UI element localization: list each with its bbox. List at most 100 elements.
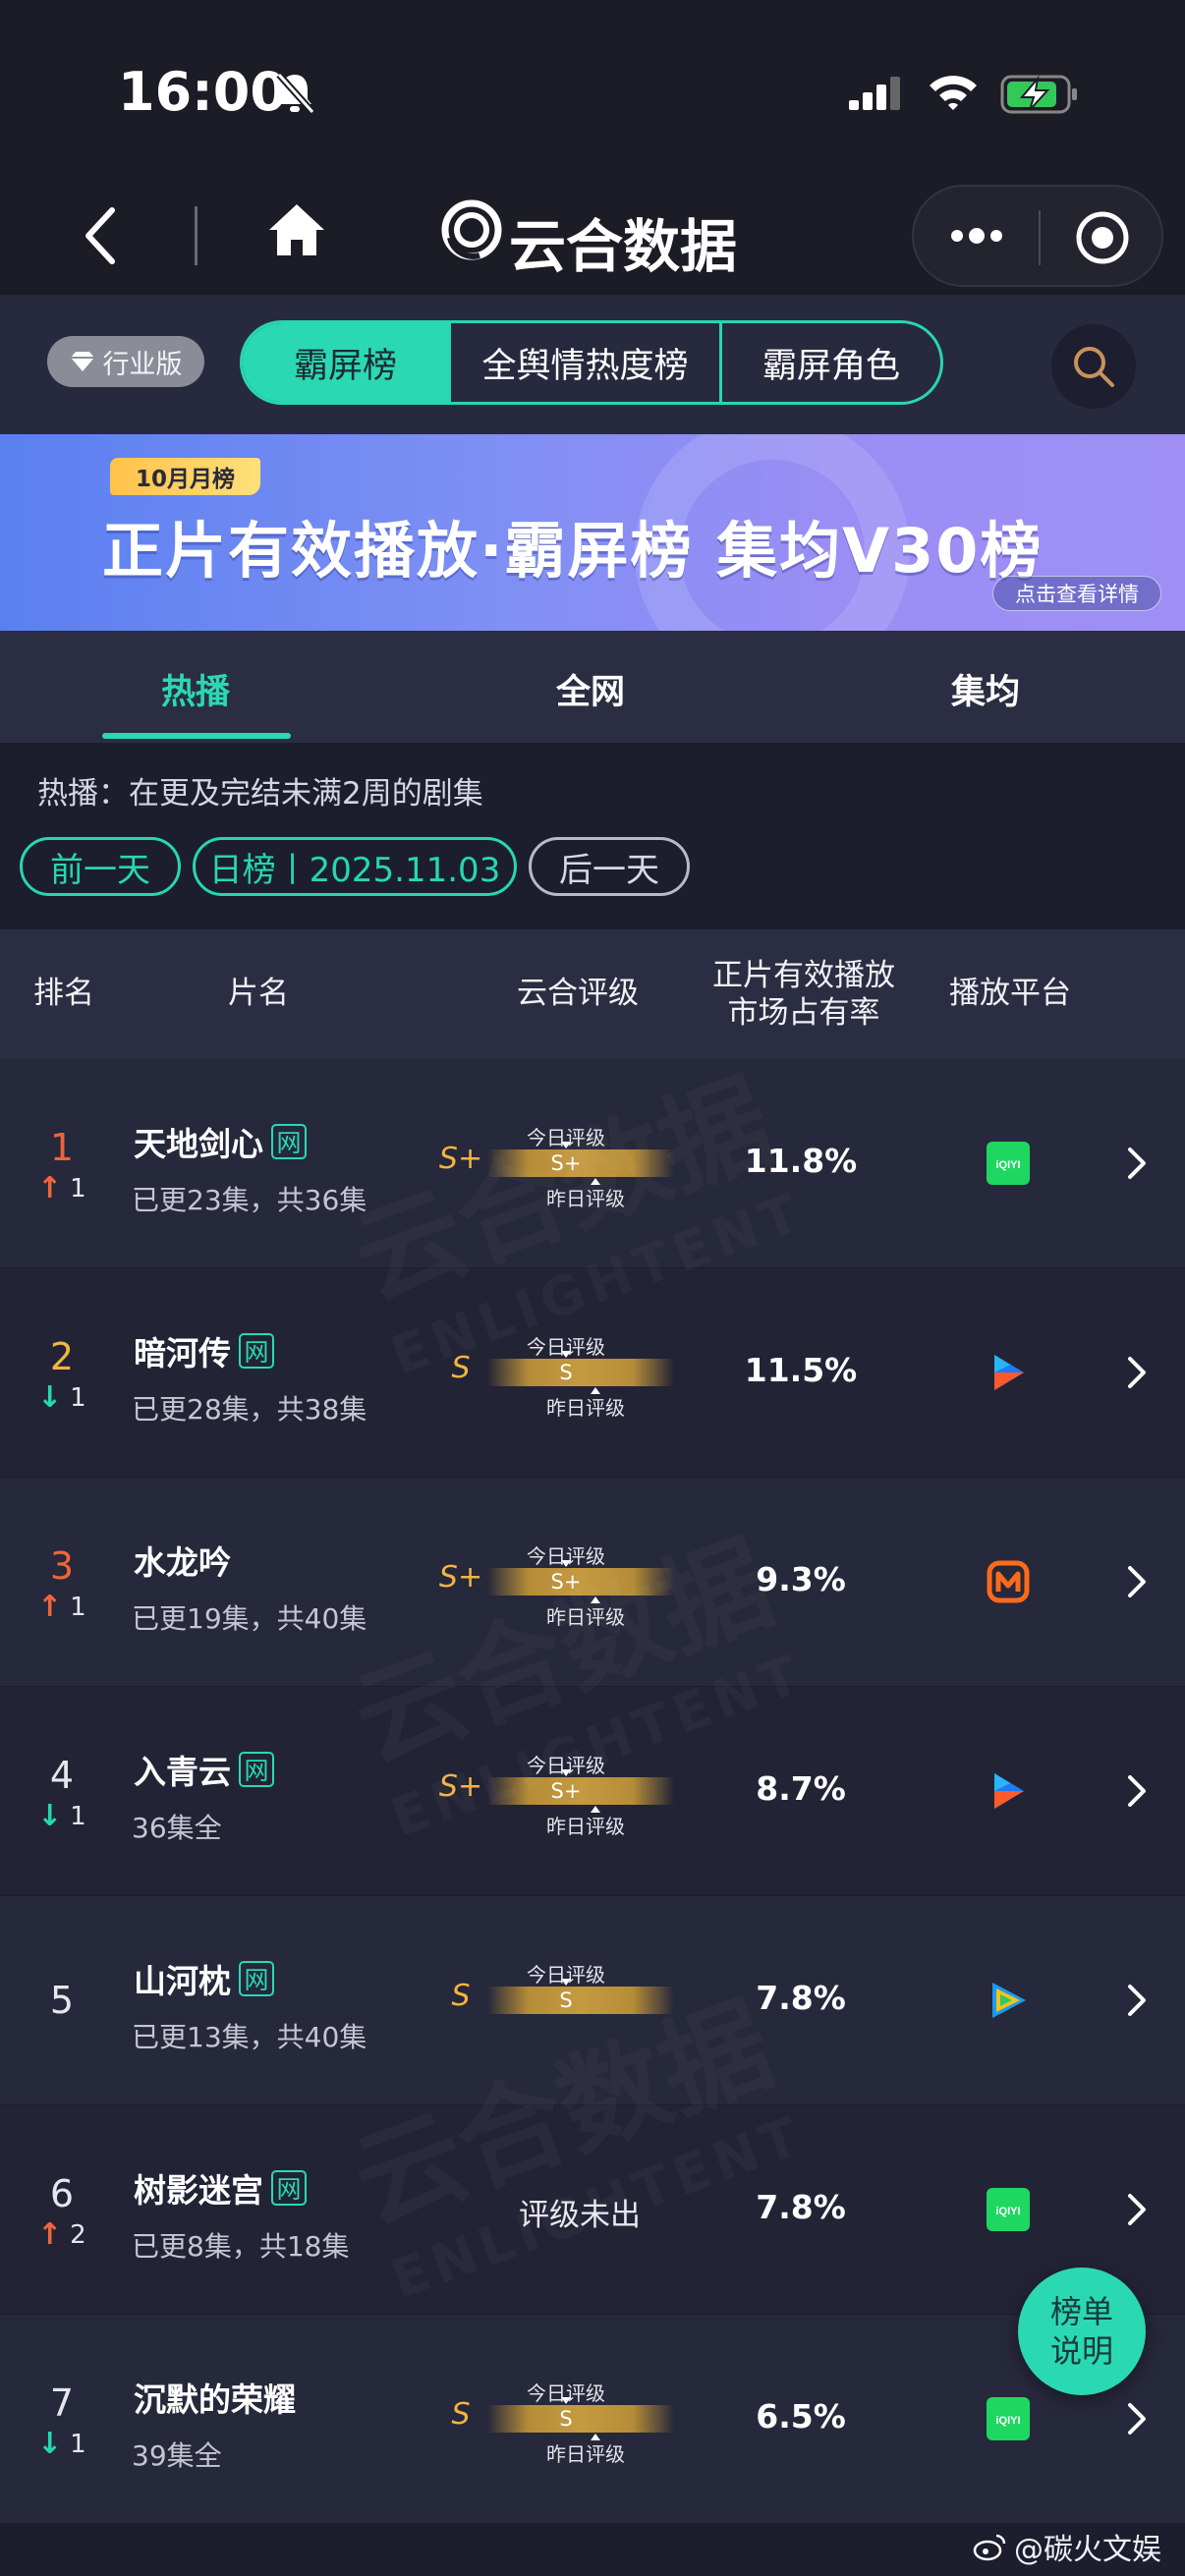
rating-gauge: 今日评级 S 昨日评级	[487, 1331, 674, 1420]
nav-separator	[195, 206, 198, 265]
market-share: 7.8%	[756, 1979, 846, 2017]
chevron-right-icon[interactable]	[1124, 1146, 1150, 1181]
platform-iqiyi-icon: iQIYI	[987, 2188, 1030, 2231]
back-icon[interactable]	[77, 204, 126, 267]
show-title[interactable]: 入青云网	[134, 1746, 274, 1793]
battery-charging-icon	[1000, 75, 1077, 114]
rating-grade: S+	[438, 1560, 483, 1595]
platform-tencent-icon	[987, 1979, 1030, 2022]
rank-change-value: 1	[70, 1801, 86, 1831]
tab-dominance-roles[interactable]: 霸屏角色	[722, 323, 940, 402]
rating-grade: S+	[438, 1769, 483, 1804]
episode-status: 已更8集，共18集	[132, 2230, 350, 2263]
show-title[interactable]: 沉默的荣耀	[134, 2374, 296, 2421]
show-title-text: 沉默的荣耀	[134, 2380, 296, 2419]
date-selector[interactable]: 日榜丨2025.11.03	[193, 837, 517, 896]
yesterday-rating-label: 昨日评级	[546, 1187, 625, 1210]
search-button[interactable]	[1051, 324, 1136, 409]
previous-day-button[interactable]: 前一天	[20, 837, 181, 896]
top-tab-row: 行业版 霸屏榜 全舆情热度榜 霸屏角色	[0, 295, 1185, 434]
more-icon[interactable]	[947, 216, 1006, 255]
show-title[interactable]: 树影迷宫网	[134, 2164, 307, 2212]
yunhe-logo-icon	[441, 199, 502, 260]
ranking-row[interactable]: 6 ↑ 2 树影迷宫网已更8集，共18集 评级未出 7.8% iQIYI	[0, 2105, 1185, 2314]
yesterday-rating-label: 昨日评级	[546, 1815, 625, 1838]
rank-number: 2	[49, 1335, 75, 1378]
nav-bar: 云合数据	[0, 177, 1185, 295]
yesterday-rating-label: 昨日评级	[546, 1396, 625, 1420]
header-rank: 排名	[33, 976, 94, 1011]
today-rating-value: S	[559, 2407, 573, 2431]
header-share-line2: 市场占有率	[727, 995, 880, 1031]
ranking-row[interactable]: 3 ↑ 1 水龙吟 已更19集，共40集 S+ 今日评级 S+ 昨日评级 9.3%	[0, 1478, 1185, 1686]
chevron-right-icon[interactable]	[1124, 1983, 1150, 2018]
rank-change: ↓ 1	[37, 1380, 86, 1415]
market-share: 9.3%	[756, 1560, 846, 1598]
mute-bell-icon	[276, 72, 315, 115]
ranking-row[interactable]: 5 山河枕网已更13集，共40集 S 今日评级 S 7.8%	[0, 1896, 1185, 2104]
header-share-line1: 正片有效播放	[712, 958, 895, 993]
ranking-row[interactable]: 7 ↓ 1 沉默的荣耀 39集全 S 今日评级 S 昨日评级 6.5% iQIYI	[0, 2315, 1185, 2523]
rank-number: 6	[49, 2172, 75, 2215]
industry-edition-button[interactable]: 行业版	[47, 336, 204, 387]
rank-change: ↓ 1	[37, 1799, 86, 1833]
cellular-signal-icon	[849, 77, 900, 110]
rating-gauge: 今日评级 S 昨日评级	[487, 2378, 674, 2466]
nav-title: 云合数据	[509, 213, 738, 280]
episode-status: 36集全	[132, 1812, 222, 1844]
subtab-per-episode[interactable]: 集均	[951, 664, 1020, 714]
rating-grade: S	[451, 1351, 471, 1385]
status-bar: 16:00	[0, 0, 1185, 177]
chevron-right-icon[interactable]	[1124, 1564, 1150, 1599]
chevron-right-icon[interactable]	[1124, 1773, 1150, 1809]
list-description: 热播：在更及完结未满2周的剧集	[37, 776, 483, 812]
episode-status: 已更13集，共40集	[132, 2021, 367, 2053]
show-title-text: 水龙吟	[134, 1543, 231, 1582]
banner-details-link[interactable]: 点击查看详情	[992, 576, 1161, 611]
active-tab-indicator	[102, 733, 291, 739]
wifi-icon	[930, 76, 977, 110]
svg-text:iQIYI: iQIYI	[995, 1159, 1020, 1171]
tab-public-opinion-ranking[interactable]: 全舆情热度榜	[451, 323, 722, 402]
episode-status: 已更23集，共36集	[132, 1184, 367, 1216]
rank-down-icon: ↓	[37, 1799, 63, 1833]
subtab-hot[interactable]: 热播	[161, 664, 230, 714]
home-icon[interactable]	[265, 198, 328, 261]
chevron-right-icon[interactable]	[1124, 2401, 1150, 2436]
chevron-right-icon[interactable]	[1124, 2192, 1150, 2227]
show-title-text: 暗河传	[134, 1334, 231, 1372]
show-title[interactable]: 天地剑心网	[134, 1118, 307, 1165]
platform-youku-icon	[987, 1351, 1030, 1394]
show-title[interactable]: 山河枕网	[134, 1955, 274, 2002]
today-rating-value: S+	[550, 1151, 582, 1175]
web-drama-badge: 网	[239, 1752, 274, 1787]
promo-banner[interactable]: 10月月榜 正片有效播放·霸屏榜 集均V30榜 点击查看详情	[0, 434, 1185, 631]
banner-title: 正片有效播放·霸屏榜 集均V30榜	[102, 515, 1044, 587]
rank-up-icon: ↑	[37, 1171, 63, 1205]
ranking-row[interactable]: 4 ↓ 1 入青云网 36集全 S+ 今日评级 S+ 昨日评级 8.7%	[0, 1687, 1185, 1895]
close-miniprogram-icon[interactable]	[1073, 208, 1132, 267]
show-title[interactable]: 暗河传网	[134, 1327, 274, 1374]
market-share: 8.7%	[756, 1769, 846, 1808]
ranking-row[interactable]: 1 ↑ 1 天地剑心网已更23集，共36集 S+ 今日评级 S+ 昨日评级 11.8% iQIYI	[0, 1059, 1185, 1267]
status-time: 16:00	[118, 61, 287, 123]
subtab-all-network[interactable]: 全网	[556, 664, 625, 714]
rating-gauge: 今日评级 S	[487, 1959, 674, 2047]
rating-gauge: 今日评级 S+ 昨日评级	[487, 1540, 674, 1629]
rank-down-icon: ↓	[37, 1380, 63, 1415]
svg-text:iQIYI: iQIYI	[995, 2206, 1020, 2217]
chevron-right-icon[interactable]	[1124, 1355, 1150, 1390]
today-rating-value: S+	[550, 1570, 582, 1594]
show-title[interactable]: 水龙吟	[134, 1537, 231, 1584]
platform-youku-icon	[987, 1769, 1030, 1813]
next-day-button[interactable]: 后一天	[529, 837, 690, 896]
ranking-row[interactable]: 2 ↓ 1 暗河传网已更28集，共38集 S 今日评级 S 昨日评级 11.5%	[0, 1268, 1185, 1477]
rank-change-value: 1	[70, 1382, 86, 1413]
rating-gauge: 今日评级 S+ 昨日评级	[487, 1750, 674, 1838]
sub-tabs: 热播 全网 集均	[0, 631, 1185, 743]
show-title-text: 天地剑心	[134, 1125, 263, 1163]
header-rating: 云合评级	[517, 976, 639, 1011]
tab-dominance-ranking[interactable]: 霸屏榜	[243, 323, 451, 402]
ranking-explanation-button[interactable]: 榜单 说明	[1018, 2268, 1146, 2395]
platform-iqiyi-icon: iQIYI	[987, 2397, 1030, 2440]
